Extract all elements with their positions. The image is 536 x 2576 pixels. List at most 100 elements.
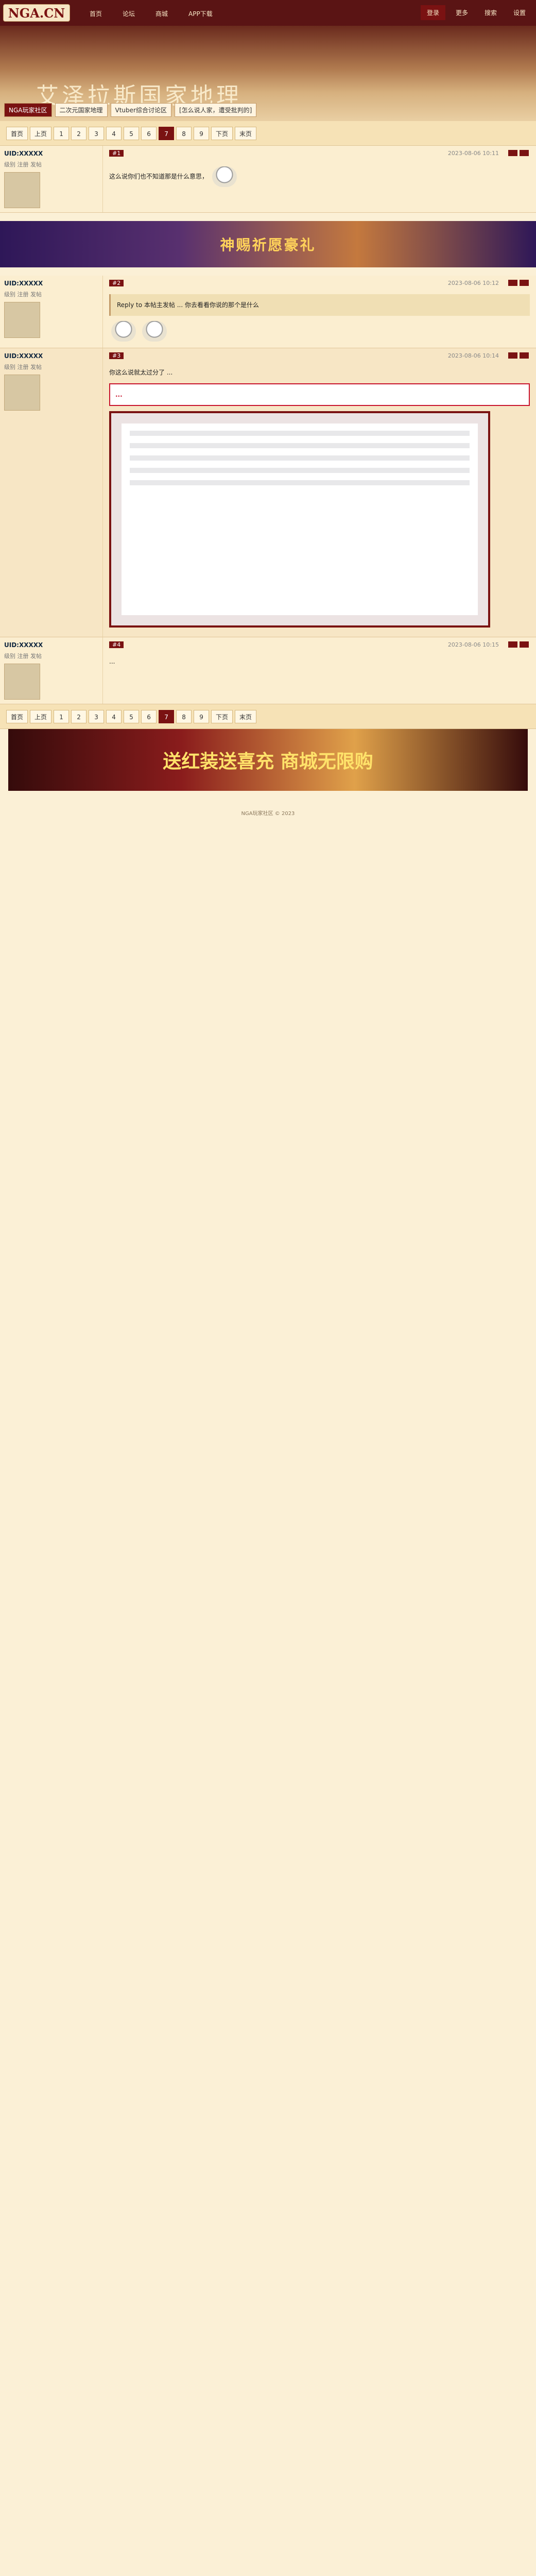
post-actions [508,352,529,359]
post-time: 2023-08-06 10:12 [447,280,499,286]
post: UID:XXXXX 级别 注册 发帖 #3 2023-08-06 10:14 你… [0,348,536,637]
pager-1[interactable]: 1 [54,709,70,723]
pager-2[interactable]: 2 [71,126,87,140]
quote-icon[interactable] [520,280,529,286]
post-meta: #3 2023-08-06 10:14 [109,352,530,362]
pager-next[interactable]: 下页 [211,126,233,140]
bottom-pager: 首页 上页 1 2 3 4 5 6 7 8 9 下页 末页 [0,704,536,729]
reply-icon[interactable] [508,150,517,156]
user-stats: 级别 注册 发帖 [4,291,42,298]
screenshot-line [130,480,470,485]
sticker-icon [142,321,167,342]
post-meta: #2 2023-08-06 10:12 [109,280,530,289]
avatar[interactable] [4,375,40,411]
pager-3[interactable]: 3 [89,126,105,140]
post-meta: #1 2023-08-06 10:11 [109,150,530,159]
screenshot-line [130,468,470,473]
pager-8[interactable]: 8 [176,126,192,140]
user-stats: 级别 注册 发帖 [4,364,42,370]
pager-5[interactable]: 5 [124,126,140,140]
post-text: ... [109,658,115,665]
user-panel: UID:XXXXX 级别 注册 发帖 [0,276,103,348]
pager-first[interactable]: 首页 [6,709,28,723]
nga-logo[interactable]: NGA.CN [3,4,70,22]
pager-3[interactable]: 3 [89,709,105,723]
breadcrumb: NGA玩家社区 二次元国家地理 Vtuber综合讨论区 [怎么说人家，遭受批判的… [4,103,257,117]
pager-8[interactable]: 8 [176,709,192,723]
user-nav: 登录 更多 搜索 设置 [420,5,532,20]
post: UID:XXXXX 级别 注册 发帖 #1 2023-08-06 10:11 这… [0,146,536,213]
post-body: #4 2023-08-06 10:15 ... [103,637,536,704]
quote-block: Reply to 本帖主发帖 ... 你去看看你说的那个是什么 [109,294,530,316]
nav-app[interactable]: APP下载 [181,5,220,22]
pager-7[interactable]: 7 [159,709,175,723]
pager-prev[interactable]: 上页 [30,709,52,723]
floor-number: #3 [109,352,124,359]
quote-icon[interactable] [520,641,529,648]
sticker-icon [212,166,237,187]
post-body: #2 2023-08-06 10:12 Reply to 本帖主发帖 ... 你… [103,276,536,348]
search-button[interactable]: 搜索 [478,5,503,20]
post-actions [508,641,529,648]
ad-bottom-banner[interactable]: 送红装送喜充 商城无限购 [8,729,528,791]
breadcrumb-topic[interactable]: [怎么说人家，遭受批判的] [174,103,257,117]
pager-first[interactable]: 首页 [6,126,28,140]
top-pager: 首页 上页 1 2 3 4 5 6 7 8 9 下页 末页 [0,121,536,146]
screenshot-line [130,455,470,461]
nav-home[interactable]: 首页 [82,5,109,22]
screenshot-line [130,443,470,448]
more-button[interactable]: 更多 [449,5,474,20]
pager-next[interactable]: 下页 [211,709,233,723]
breadcrumb-board[interactable]: 二次元国家地理 [55,103,108,117]
post-time: 2023-08-06 10:15 [447,641,499,648]
ad-banner[interactable]: 神赐祈愿豪礼 [0,221,536,267]
pager-prev[interactable]: 上页 [30,126,52,140]
settings-button[interactable]: 设置 [507,5,532,20]
quote-icon[interactable] [520,150,529,156]
breadcrumb-root[interactable]: NGA玩家社区 [4,103,52,117]
pager-2[interactable]: 2 [71,709,87,723]
top-bar: NGA.CN 首页 论坛 商城 APP下载 登录 更多 搜索 设置 [0,0,536,26]
username[interactable]: UID:XXXXX [4,280,98,287]
pager-1[interactable]: 1 [54,126,70,140]
forum-banner: 艾泽拉斯国家地理 NGA玩家社区 二次元国家地理 Vtuber综合讨论区 [怎么… [0,26,536,121]
post-text: Reply to 本帖主发帖 ... 你去看看你说的那个是什么 [117,301,259,309]
pager-4[interactable]: 4 [106,126,122,140]
quote-icon[interactable] [520,352,529,359]
avatar[interactable] [4,664,40,700]
pager-5[interactable]: 5 [124,709,140,723]
pager-9[interactable]: 9 [194,709,210,723]
username[interactable]: UID:XXXXX [4,641,98,649]
avatar[interactable] [4,302,40,338]
post-meta: #4 2023-08-06 10:15 [109,641,530,651]
post: UID:XXXXX 级别 注册 发帖 #2 2023-08-06 10:12 R… [0,276,536,348]
post-actions [508,150,529,156]
reply-icon[interactable] [508,352,517,359]
post-content: 你这么说就太过分了 ... ... [109,367,530,628]
pager-6[interactable]: 6 [141,709,157,723]
post-time: 2023-08-06 10:11 [447,150,499,157]
pager-9[interactable]: 9 [194,126,210,140]
reply-icon[interactable] [508,280,517,286]
screenshot-image[interactable] [109,411,490,628]
screenshot-inner [122,423,478,615]
pager-6[interactable]: 6 [141,126,157,140]
username[interactable]: UID:XXXXX [4,352,98,360]
breadcrumb-sub[interactable]: Vtuber综合讨论区 [110,103,171,117]
user-panel: UID:XXXXX 级别 注册 发帖 [0,348,103,637]
avatar[interactable] [4,172,40,208]
post: UID:XXXXX 级别 注册 发帖 #4 2023-08-06 10:15 .… [0,637,536,704]
post-body: #3 2023-08-06 10:14 你这么说就太过分了 ... ... [103,348,536,637]
pager-last[interactable]: 末页 [235,709,257,723]
reply-icon[interactable] [508,641,517,648]
login-button[interactable]: 登录 [420,5,445,20]
username[interactable]: UID:XXXXX [4,150,98,157]
pager-7[interactable]: 7 [159,126,175,140]
user-stats: 级别 注册 发帖 [4,653,42,659]
post-content: 这么说你们也不知道那是什么意思， [109,164,530,189]
pager-4[interactable]: 4 [106,709,122,723]
post-text: 这么说你们也不知道那是什么意思， [109,173,209,180]
nav-shop[interactable]: 商城 [148,5,175,22]
pager-last[interactable]: 末页 [235,126,257,140]
nav-forum[interactable]: 论坛 [115,5,142,22]
